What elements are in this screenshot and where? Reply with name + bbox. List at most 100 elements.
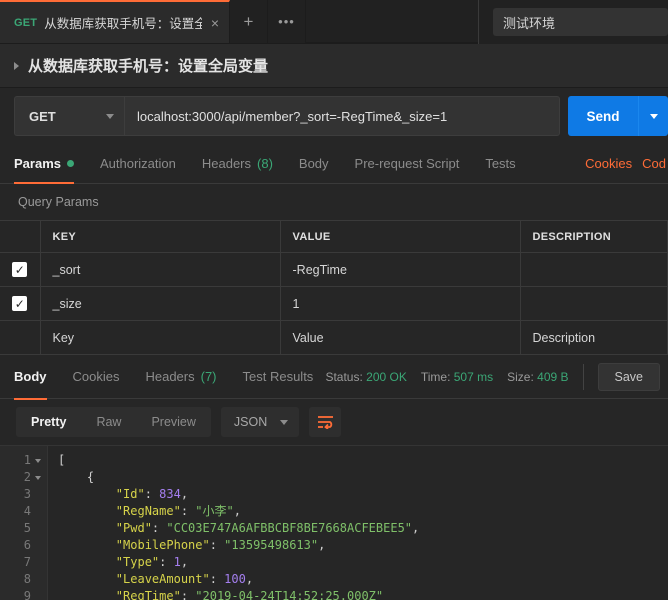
code-token xyxy=(58,538,116,552)
description-input[interactable]: Description xyxy=(520,321,668,355)
code-token: "CC03E747A6AFBBCBF8BE7668ACFEBEE5" xyxy=(166,521,412,535)
tab-label: Pre-request Script xyxy=(355,156,460,171)
code-link[interactable]: Cod xyxy=(642,156,666,171)
header-description: DESCRIPTION xyxy=(520,221,668,253)
line-number-value: 2 xyxy=(24,469,31,486)
cookies-link[interactable]: Cookies xyxy=(585,156,632,171)
code-line: "RegName": "小李", xyxy=(58,503,668,520)
tab-label: Test Results xyxy=(243,369,314,384)
code-token: "Id" xyxy=(116,487,145,501)
tab-authorization[interactable]: Authorization xyxy=(87,144,189,183)
view-mode-preview[interactable]: Preview xyxy=(136,407,210,437)
response-tab-cookies[interactable]: Cookies xyxy=(60,355,133,399)
row-key[interactable]: _sort xyxy=(40,253,280,287)
row-key[interactable]: _size xyxy=(40,287,280,321)
tab-label: Authorization xyxy=(100,156,176,171)
view-mode-group: PrettyRawPreview xyxy=(16,407,211,437)
chevron-right-icon[interactable] xyxy=(14,62,19,70)
key-input[interactable]: Key xyxy=(40,321,280,355)
more-options-icon[interactable]: ••• xyxy=(268,0,306,43)
request-tabs-right: Cookies Cod xyxy=(585,143,668,183)
tab-label: Headers xyxy=(145,369,194,384)
tab-body[interactable]: Body xyxy=(286,144,342,183)
code-token: : xyxy=(145,487,159,501)
tab-label: Body xyxy=(14,369,47,384)
response-tab-body[interactable]: Body xyxy=(14,355,60,399)
view-mode-pretty[interactable]: Pretty xyxy=(16,407,81,437)
code-token: 834 xyxy=(159,487,181,501)
row-checkbox-cell[interactable]: ✓ xyxy=(0,287,40,321)
line-number-value: 4 xyxy=(24,503,31,520)
code-line: "MobilePhone": "13595498613", xyxy=(58,537,668,554)
tab-params[interactable]: Params xyxy=(14,144,87,183)
tab-label: Body xyxy=(299,156,329,171)
environment-label: 测试环境 xyxy=(503,13,555,32)
tab-headers[interactable]: Headers (8) xyxy=(189,144,286,183)
row-description[interactable] xyxy=(520,287,668,321)
plus-icon[interactable]: + xyxy=(230,0,268,43)
size-badge: Size: 409 B xyxy=(507,370,568,384)
modified-dot-icon xyxy=(67,160,74,167)
line-number-value: 8 xyxy=(24,571,31,588)
code-token: , xyxy=(412,521,419,535)
code-token: "RegTime" xyxy=(116,589,181,600)
tab-count-badge: (8) xyxy=(257,156,273,171)
environment-selector[interactable]: 测试环境 xyxy=(493,8,668,36)
method-selector[interactable]: GET xyxy=(14,96,124,136)
response-tab-test-results[interactable]: Test Results xyxy=(230,355,327,399)
format-selector[interactable]: JSON xyxy=(221,407,299,437)
wrap-lines-icon[interactable] xyxy=(309,407,341,437)
row-value[interactable]: -RegTime xyxy=(280,253,520,287)
code-token xyxy=(58,487,116,501)
line-number: 3 xyxy=(0,486,47,503)
send-options-button[interactable] xyxy=(638,96,668,136)
response-meta: Status: 200 OK Time: 507 ms Size: 409 B … xyxy=(325,355,668,399)
code-token: : xyxy=(159,555,173,569)
tab-bar: GET 从数据库获取手机号：设置全局变 × + ••• 测试环境 xyxy=(0,0,668,44)
code-line: "Pwd": "CC03E747A6AFBBCBF8BE7668ACFEBEE5… xyxy=(58,520,668,537)
time-badge: Time: 507 ms xyxy=(421,370,493,384)
collection-title-row[interactable]: 从数据库获取手机号：设置全局变量 xyxy=(0,44,668,88)
tab-pre-request-script[interactable]: Pre-request Script xyxy=(342,144,473,183)
code-token: 1 xyxy=(174,555,181,569)
value-input[interactable]: Value xyxy=(280,321,520,355)
code-token xyxy=(58,521,116,535)
request-tab[interactable]: GET 从数据库获取手机号：设置全局变 × xyxy=(0,0,230,43)
tab-title-label: 从数据库获取手机号：设置全局变 xyxy=(44,13,202,32)
send-button[interactable]: Send xyxy=(568,96,638,136)
page-title: 从数据库获取手机号：设置全局变量 xyxy=(28,55,268,76)
view-mode-raw[interactable]: Raw xyxy=(81,407,136,437)
code-token: "RegName" xyxy=(116,504,181,518)
response-tab-headers[interactable]: Headers(7) xyxy=(132,355,229,399)
code-token: "2019-04-24T14:52:25.000Z" xyxy=(195,589,383,600)
tab-tests[interactable]: Tests xyxy=(472,144,528,183)
close-icon[interactable]: × xyxy=(209,16,221,30)
save-button[interactable]: Save xyxy=(598,363,661,391)
tab-label: Headers xyxy=(202,156,251,171)
row-checkbox-cell[interactable] xyxy=(0,321,40,355)
url-bar: GET localhost:3000/api/member?_sort=-Reg… xyxy=(0,88,668,144)
fold-arrow-icon[interactable] xyxy=(35,476,41,480)
code-token: : xyxy=(181,589,195,600)
header-value: VALUE xyxy=(280,221,520,253)
code-line: "RegTime": "2019-04-24T14:52:25.000Z" xyxy=(58,588,668,600)
code-token: : xyxy=(181,504,195,518)
format-label: JSON xyxy=(234,415,267,429)
fold-arrow-icon[interactable] xyxy=(35,459,41,463)
line-number: 7 xyxy=(0,554,47,571)
code-line: "Type": 1, xyxy=(58,554,668,571)
code-token: "LeaveAmount" xyxy=(116,572,210,586)
status-badge: Status: 200 OK xyxy=(325,370,406,384)
checkbox[interactable]: ✓ xyxy=(12,296,27,311)
response-body-code[interactable]: 1234567891011 [ { "Id": 834, "RegName": … xyxy=(0,445,668,600)
row-description[interactable] xyxy=(520,253,668,287)
code-token xyxy=(58,555,116,569)
row-value[interactable]: 1 xyxy=(280,287,520,321)
url-input[interactable]: localhost:3000/api/member?_sort=-RegTime… xyxy=(124,96,560,136)
tab-label: Cookies xyxy=(73,369,120,384)
code-token: , xyxy=(246,572,253,586)
code-token: "Pwd" xyxy=(116,521,152,535)
code-content[interactable]: [ { "Id": 834, "RegName": "小李", "Pwd": "… xyxy=(48,446,668,600)
row-checkbox-cell[interactable]: ✓ xyxy=(0,253,40,287)
checkbox[interactable]: ✓ xyxy=(12,262,27,277)
